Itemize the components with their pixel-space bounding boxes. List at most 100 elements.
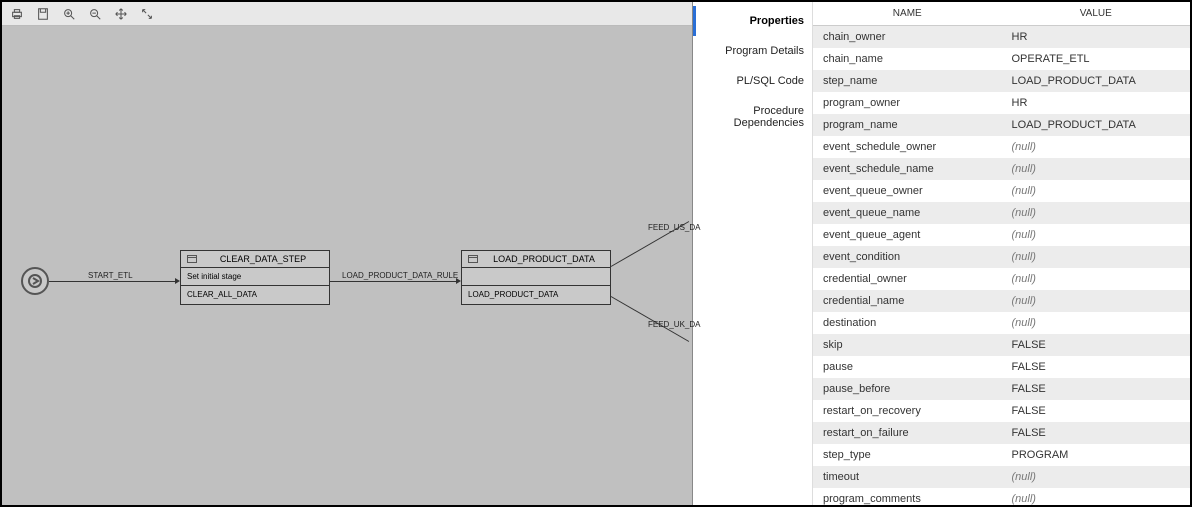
edge-start-etl: [49, 281, 177, 282]
diagram-toolbar: [2, 2, 692, 26]
prop-name: pause: [813, 361, 1002, 373]
prop-value: (null): [1002, 163, 1191, 175]
table-row[interactable]: pause_beforeFALSE: [813, 378, 1190, 400]
tab-properties[interactable]: Properties: [693, 6, 812, 36]
table-row[interactable]: credential_owner(null): [813, 268, 1190, 290]
zoom-in-icon[interactable]: [62, 7, 76, 21]
node-header: CLEAR_DATA_STEP: [181, 251, 329, 268]
table-row[interactable]: program_comments(null): [813, 488, 1190, 505]
move-icon[interactable]: [114, 7, 128, 21]
prop-name: destination: [813, 317, 1002, 329]
table-row[interactable]: event_schedule_owner(null): [813, 136, 1190, 158]
table-row[interactable]: chain_nameOPERATE_ETL: [813, 48, 1190, 70]
tabs: PropertiesProgram DetailsPL/SQL CodeProc…: [693, 2, 813, 505]
prop-value: OPERATE_ETL: [1002, 53, 1191, 65]
tab-pl-sql-code[interactable]: PL/SQL Code: [693, 66, 812, 96]
properties-pane: PropertiesProgram DetailsPL/SQL CodeProc…: [693, 2, 1190, 505]
table-row[interactable]: program_ownerHR: [813, 92, 1190, 114]
table-row[interactable]: event_queue_name(null): [813, 202, 1190, 224]
prop-value: (null): [1002, 295, 1191, 307]
prop-name: step_type: [813, 449, 1002, 461]
edge-label-start: START_ETL: [88, 271, 133, 280]
prop-name: credential_name: [813, 295, 1002, 307]
node-row: CLEAR_ALL_DATA: [181, 286, 329, 304]
table-row[interactable]: step_nameLOAD_PRODUCT_DATA: [813, 70, 1190, 92]
print-icon[interactable]: [10, 7, 24, 21]
table-row[interactable]: program_nameLOAD_PRODUCT_DATA: [813, 114, 1190, 136]
table-row[interactable]: event_queue_owner(null): [813, 180, 1190, 202]
prop-name: credential_owner: [813, 273, 1002, 285]
node-title: CLEAR_DATA_STEP: [203, 254, 323, 264]
start-node[interactable]: [21, 267, 49, 295]
table-row[interactable]: chain_ownerHR: [813, 26, 1190, 48]
node-row: Set initial stage: [181, 268, 329, 286]
prop-name: program_name: [813, 119, 1002, 131]
prop-name: program_comments: [813, 493, 1002, 505]
prop-value: (null): [1002, 207, 1191, 219]
edge-label-uk: FEED_UK_DA: [648, 320, 700, 329]
node-title: LOAD_PRODUCT_DATA: [484, 254, 604, 264]
prop-value: (null): [1002, 141, 1191, 153]
prop-name: event_queue_agent: [813, 229, 1002, 241]
node-header: LOAD_PRODUCT_DATA: [462, 251, 610, 268]
edge-label-us: FEED_US_DA: [648, 223, 700, 232]
table-row[interactable]: credential_name(null): [813, 290, 1190, 312]
prop-name: program_owner: [813, 97, 1002, 109]
table-header: NAME VALUE: [813, 2, 1190, 26]
prop-name: event_condition: [813, 251, 1002, 263]
fullscreen-icon[interactable]: [140, 7, 154, 21]
table-row[interactable]: destination(null): [813, 312, 1190, 334]
prop-value: (null): [1002, 471, 1191, 483]
col-header-name: NAME: [813, 2, 1002, 25]
prop-name: event_schedule_owner: [813, 141, 1002, 153]
prop-name: skip: [813, 339, 1002, 351]
prop-value: (null): [1002, 493, 1191, 505]
table-row[interactable]: skipFALSE: [813, 334, 1190, 356]
prop-value: (null): [1002, 317, 1191, 329]
prop-name: chain_name: [813, 53, 1002, 65]
node-load-product-data[interactable]: LOAD_PRODUCT_DATA LOAD_PRODUCT_DATA: [461, 250, 611, 305]
prop-value: FALSE: [1002, 405, 1191, 417]
diagram-pane: START_ETL CLEAR_DATA_STEP Set initial st…: [2, 2, 693, 505]
node-row: [462, 268, 610, 286]
tab-program-details[interactable]: Program Details: [693, 36, 812, 66]
diagram-canvas[interactable]: START_ETL CLEAR_DATA_STEP Set initial st…: [2, 26, 692, 505]
table-row[interactable]: event_condition(null): [813, 246, 1190, 268]
edge-feed-uk: [611, 296, 689, 342]
window-icon: [187, 255, 197, 263]
prop-value: (null): [1002, 273, 1191, 285]
edge-label-rule: LOAD_PRODUCT_DATA_RULE: [342, 271, 458, 280]
table-row[interactable]: timeout(null): [813, 466, 1190, 488]
save-icon[interactable]: [36, 7, 50, 21]
col-header-value: VALUE: [1002, 2, 1191, 25]
prop-value: FALSE: [1002, 427, 1191, 439]
prop-name: event_queue_name: [813, 207, 1002, 219]
prop-name: timeout: [813, 471, 1002, 483]
table-row[interactable]: restart_on_recoveryFALSE: [813, 400, 1190, 422]
prop-value: FALSE: [1002, 361, 1191, 373]
node-clear-data-step[interactable]: CLEAR_DATA_STEP Set initial stage CLEAR_…: [180, 250, 330, 305]
prop-value: (null): [1002, 185, 1191, 197]
edge-load-product-rule: [330, 281, 458, 282]
table-row[interactable]: step_typePROGRAM: [813, 444, 1190, 466]
prop-name: step_name: [813, 75, 1002, 87]
prop-value: HR: [1002, 31, 1191, 43]
table-row[interactable]: restart_on_failureFALSE: [813, 422, 1190, 444]
tab-procedure-dependencies[interactable]: Procedure Dependencies: [693, 96, 812, 138]
prop-name: restart_on_recovery: [813, 405, 1002, 417]
prop-value: FALSE: [1002, 383, 1191, 395]
properties-table: NAME VALUE chain_ownerHRchain_nameOPERAT…: [813, 2, 1190, 505]
prop-name: event_queue_owner: [813, 185, 1002, 197]
table-row[interactable]: event_schedule_name(null): [813, 158, 1190, 180]
prop-name: chain_owner: [813, 31, 1002, 43]
table-row[interactable]: pauseFALSE: [813, 356, 1190, 378]
prop-value: LOAD_PRODUCT_DATA: [1002, 75, 1191, 87]
prop-value: PROGRAM: [1002, 449, 1191, 461]
prop-value: (null): [1002, 229, 1191, 241]
prop-name: pause_before: [813, 383, 1002, 395]
prop-value: FALSE: [1002, 339, 1191, 351]
zoom-out-icon[interactable]: [88, 7, 102, 21]
table-row[interactable]: event_queue_agent(null): [813, 224, 1190, 246]
prop-name: restart_on_failure: [813, 427, 1002, 439]
prop-value: HR: [1002, 97, 1191, 109]
